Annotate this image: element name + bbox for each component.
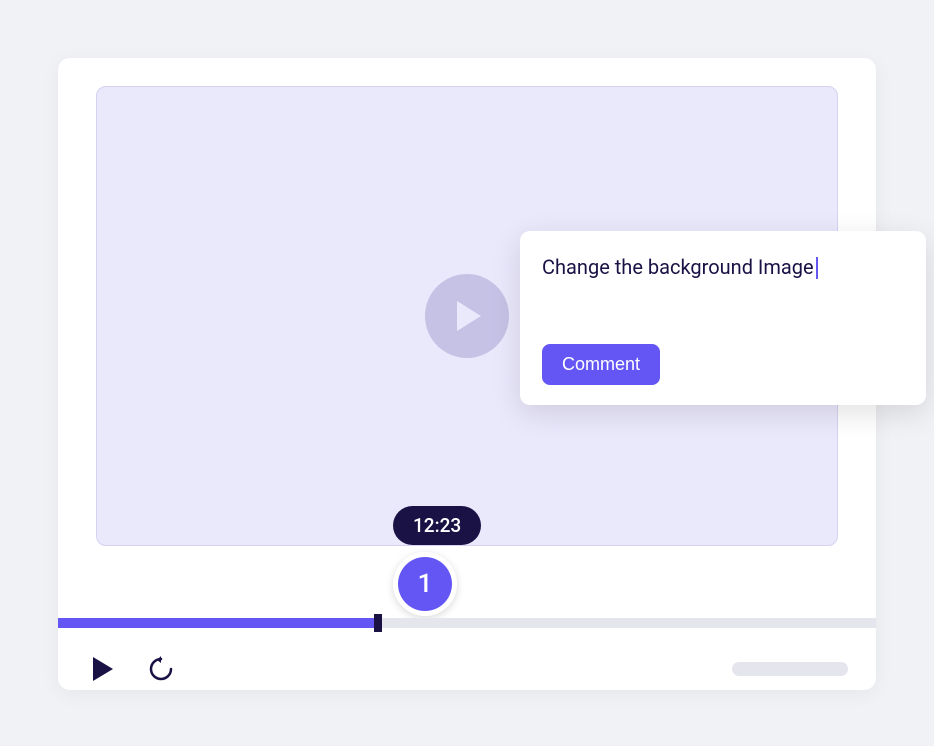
- comment-button[interactable]: Comment: [542, 344, 660, 385]
- play-icon: [455, 299, 485, 333]
- play-center-button[interactable]: [425, 274, 509, 358]
- controls-bar: [58, 648, 876, 690]
- comment-marker[interactable]: 1: [393, 552, 457, 616]
- comment-input[interactable]: Change the background Image: [542, 255, 814, 279]
- volume-placeholder: [732, 662, 848, 676]
- progress-track[interactable]: [58, 618, 876, 628]
- comment-marker-number: 1: [398, 557, 452, 611]
- replay-icon: [148, 656, 174, 682]
- timestamp-badge: 12:23: [393, 506, 481, 545]
- progress-handle[interactable]: [374, 614, 382, 632]
- replay-button[interactable]: [146, 654, 176, 684]
- play-button[interactable]: [88, 654, 118, 684]
- text-cursor: [816, 257, 818, 279]
- comment-popup: Change the background Image Comment: [520, 231, 926, 405]
- progress-fill: [58, 618, 378, 628]
- play-icon: [91, 656, 115, 682]
- comment-text-content: Change the background Image: [542, 255, 814, 279]
